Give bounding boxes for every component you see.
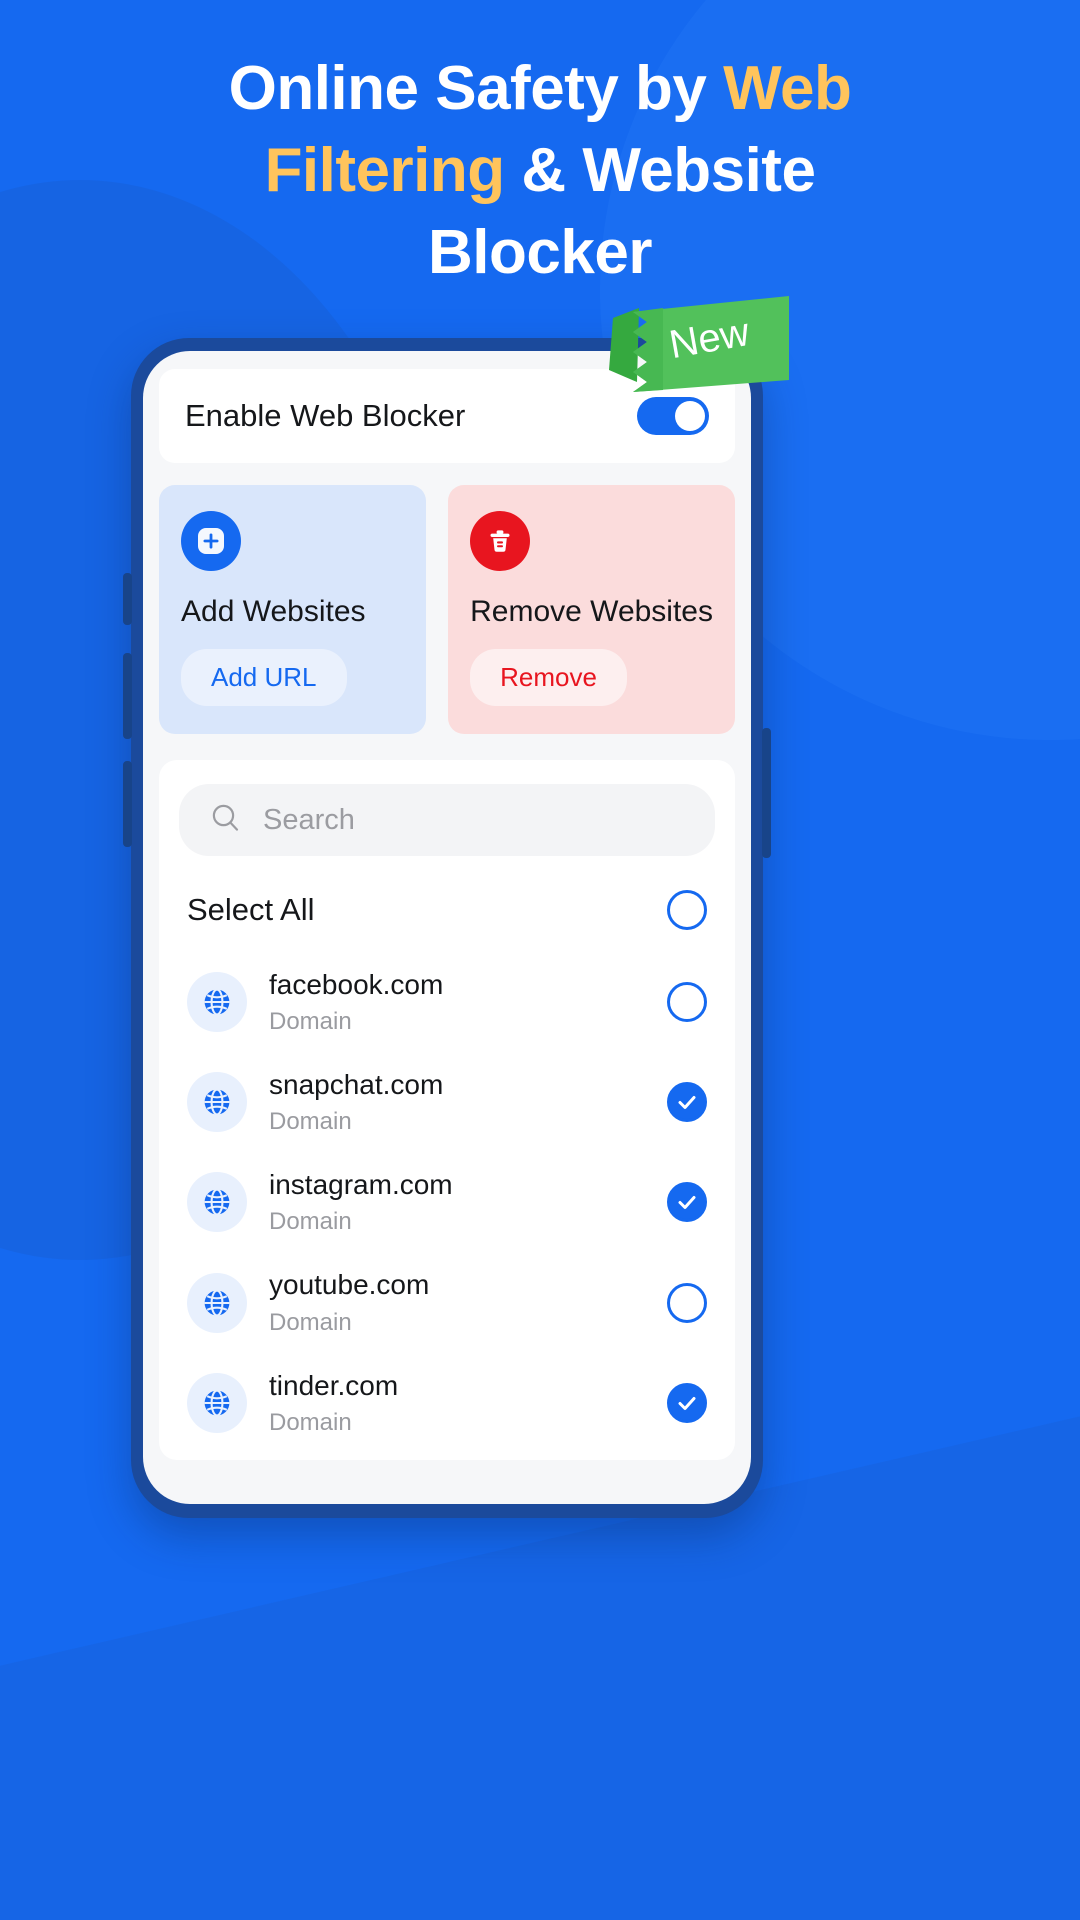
- phone-button-silent: [123, 573, 132, 625]
- phone-button-power: [762, 728, 771, 858]
- select-all-label: Select All: [187, 892, 315, 927]
- list-item-texts: tinder.com Domain: [269, 1369, 645, 1437]
- website-checkbox[interactable]: [667, 1282, 707, 1323]
- list-item-texts: youtube.com Domain: [269, 1268, 645, 1336]
- globe-icon: [187, 1372, 247, 1433]
- website-list-panel: Search Select All facebook.com Domain sn…: [159, 760, 735, 1460]
- globe-icon: [187, 1072, 247, 1133]
- list-item[interactable]: facebook.com Domain: [179, 952, 715, 1052]
- add-url-button[interactable]: Add URL: [181, 649, 347, 706]
- plus-icon: [181, 511, 241, 571]
- search-icon: [209, 801, 243, 840]
- headline-line1-part1: Online Safety by: [228, 54, 724, 123]
- remove-websites-card[interactable]: Remove Websites Remove: [448, 485, 735, 734]
- website-checkbox[interactable]: [667, 1382, 707, 1423]
- new-badge: New: [603, 296, 789, 392]
- list-item[interactable]: tinder.com Domain: [179, 1353, 715, 1453]
- phone-button-volume-down: [123, 761, 132, 847]
- list-item[interactable]: youtube.com Domain: [179, 1252, 715, 1352]
- globe-icon: [187, 1272, 247, 1333]
- website-list: facebook.com Domain snapchat.com Domain in…: [179, 952, 715, 1453]
- website-type: Domain: [269, 1308, 352, 1336]
- globe-icon: [187, 972, 247, 1033]
- select-all-checkbox[interactable]: [667, 890, 707, 930]
- website-name: tinder.com: [269, 1369, 399, 1401]
- website-name: snapchat.com: [269, 1069, 444, 1101]
- website-type: Domain: [269, 1108, 352, 1136]
- list-item-texts: instagram.com Domain: [269, 1168, 645, 1236]
- enable-web-blocker-label: Enable Web Blocker: [185, 398, 466, 433]
- headline-line1-highlight: Web: [723, 54, 852, 123]
- website-checkbox[interactable]: [667, 1082, 707, 1123]
- headline-line2-highlight: Filtering: [264, 135, 506, 205]
- website-name: facebook.com: [269, 969, 444, 1000]
- website-checkbox[interactable]: [667, 982, 707, 1023]
- add-websites-card[interactable]: Add Websites Add URL: [159, 485, 427, 734]
- enable-web-blocker-toggle[interactable]: [637, 397, 709, 435]
- website-name: youtube.com: [269, 1269, 430, 1301]
- website-name: instagram.com: [269, 1169, 453, 1201]
- remove-websites-title: Remove Websites: [470, 595, 713, 628]
- list-item[interactable]: instagram.com Domain: [179, 1152, 715, 1252]
- phone-mockup: Enable Web Blocker Add Websites Add URL …: [123, 338, 771, 1518]
- list-item-texts: facebook.com Domain: [269, 968, 645, 1036]
- list-item-texts: snapchat.com Domain: [269, 1068, 645, 1136]
- phone-screen: Enable Web Blocker Add Websites Add URL …: [143, 351, 751, 1504]
- headline-line3: Blocker: [428, 217, 652, 287]
- action-cards: Add Websites Add URL Remove Websites Rem…: [159, 485, 735, 734]
- trash-icon: [470, 511, 531, 571]
- app-screen: Enable Web Blocker Add Websites Add URL …: [143, 351, 751, 1504]
- search-bar[interactable]: Search: [179, 784, 715, 856]
- phone-button-volume-up: [123, 653, 132, 739]
- add-websites-title: Add Websites: [181, 595, 366, 628]
- page-title: Online Safety by Web Filtering & Website…: [0, 48, 1080, 293]
- website-type: Domain: [269, 1208, 352, 1236]
- globe-icon: [187, 1172, 247, 1233]
- list-item[interactable]: snapchat.com Domain: [179, 1052, 715, 1152]
- remove-button[interactable]: Remove: [470, 649, 627, 706]
- website-type: Domain: [269, 1408, 352, 1436]
- toggle-knob: [675, 401, 705, 431]
- website-type: Domain: [269, 1008, 352, 1036]
- headline-line2-part2: & Website: [504, 135, 816, 205]
- select-all-row[interactable]: Select All: [179, 882, 715, 952]
- search-input[interactable]: Search: [263, 804, 355, 837]
- website-checkbox[interactable]: [667, 1182, 707, 1223]
